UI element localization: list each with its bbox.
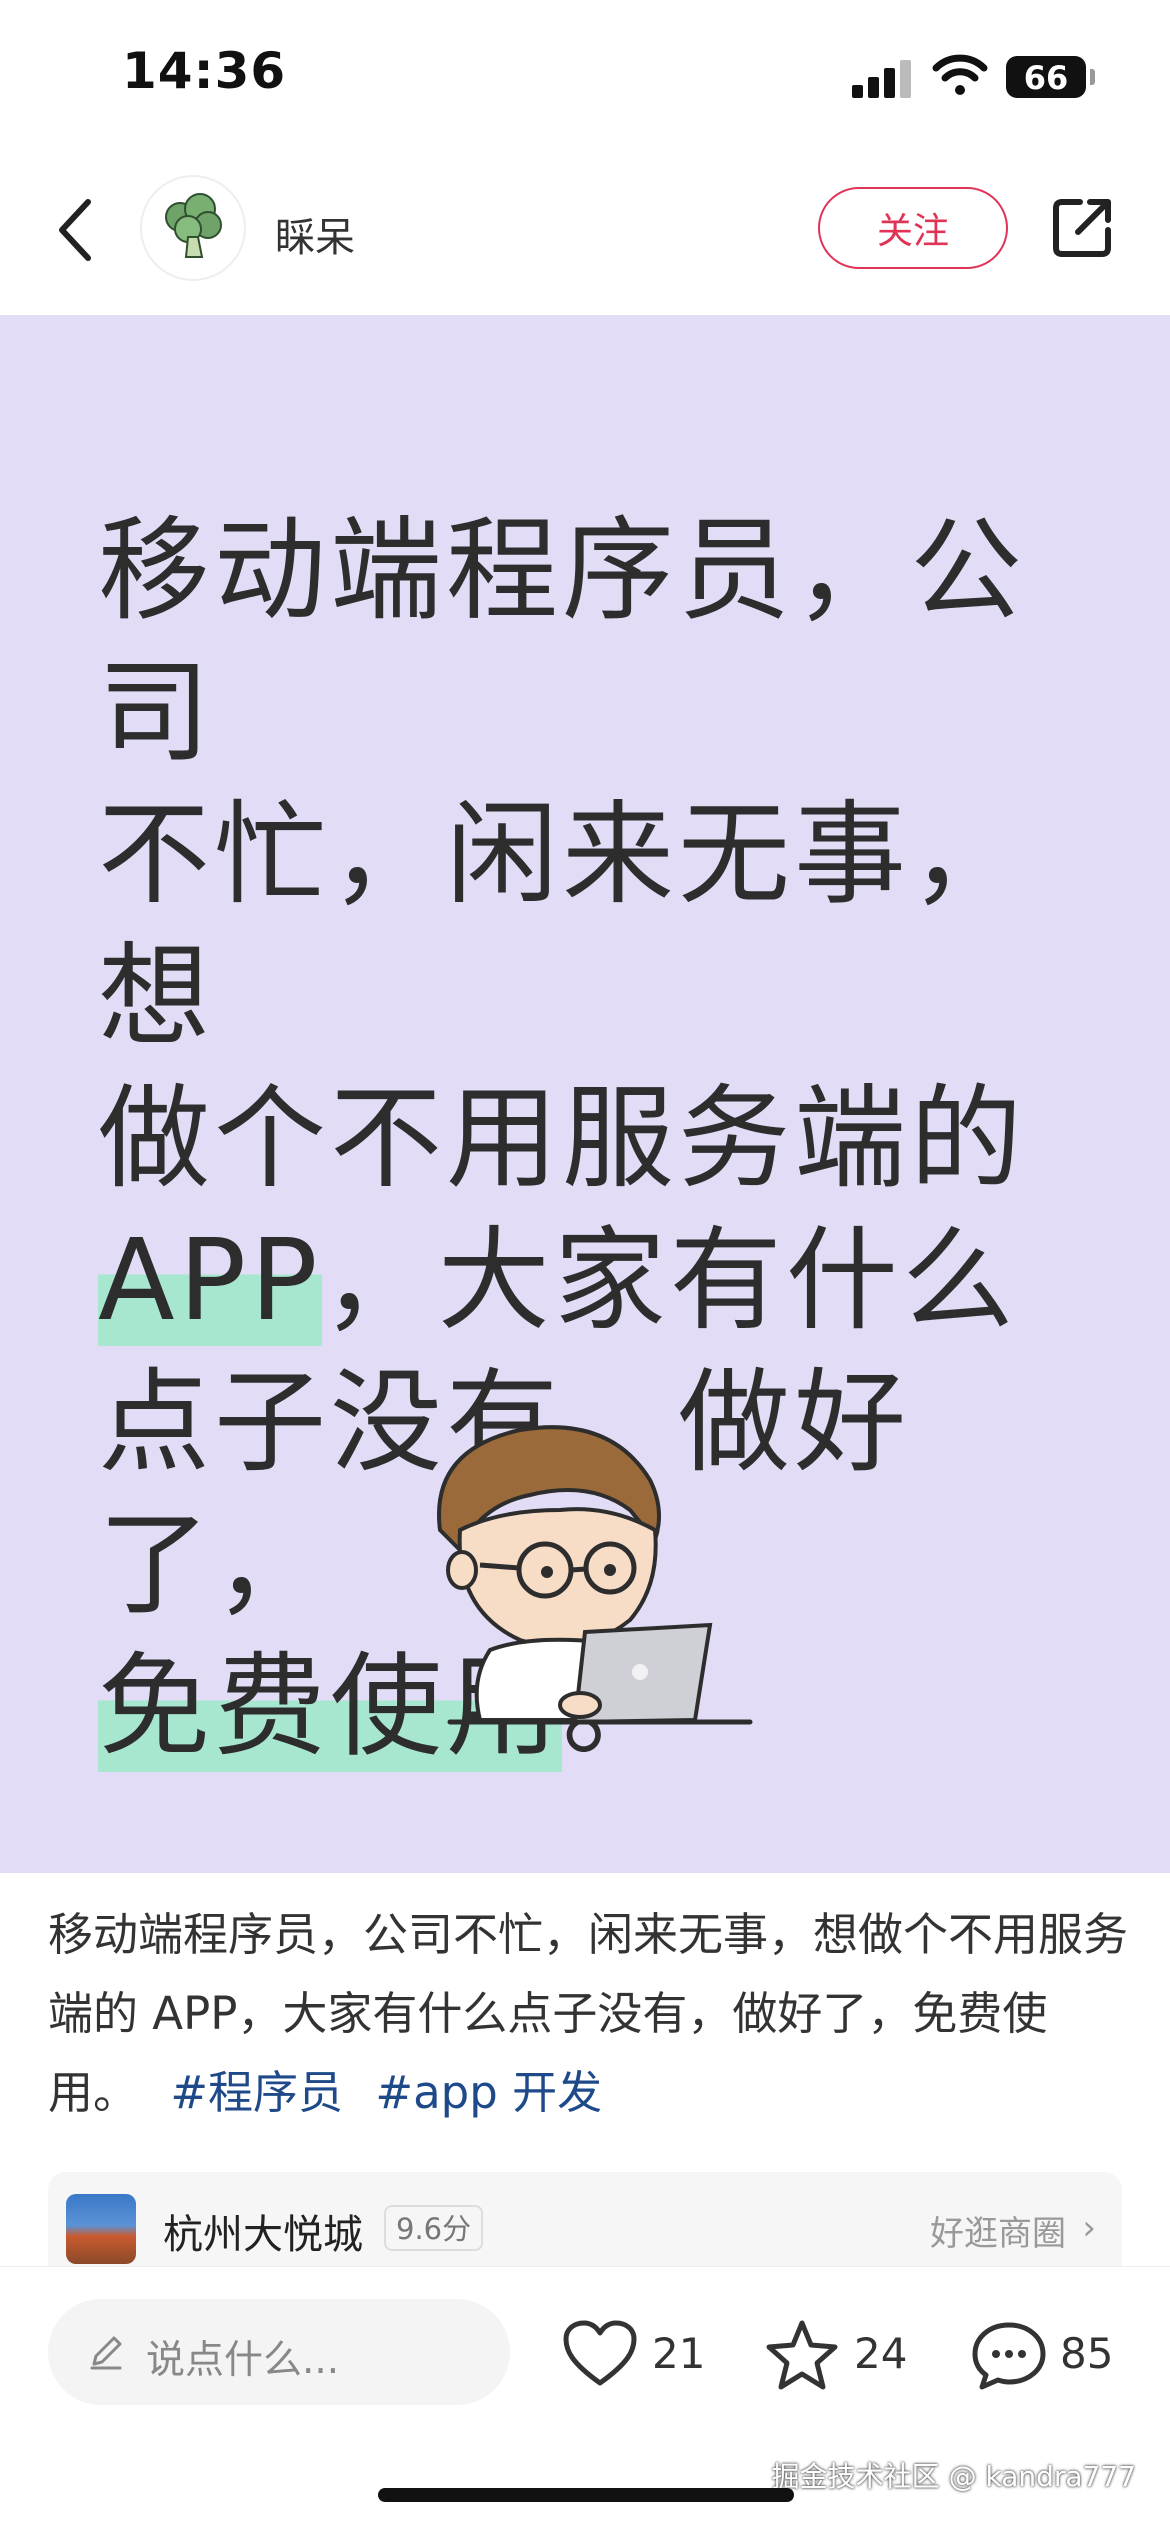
location-score: 9.6分	[384, 2205, 484, 2251]
comment-bubble-icon	[972, 2322, 1046, 2390]
status-time: 14:36	[122, 42, 287, 100]
hero-line-4: ，大家有什么	[321, 1216, 1018, 1346]
share-icon[interactable]	[1050, 194, 1116, 260]
star-icon	[766, 2320, 838, 2390]
top-nav: 睬呆 关注	[0, 150, 1170, 316]
heart-icon	[563, 2320, 637, 2386]
programmer-illustration	[437, 1425, 753, 1725]
hashtag-programmer[interactable]: #程序员	[170, 2066, 343, 2119]
back-button[interactable]	[48, 194, 108, 266]
battery-cap	[1090, 69, 1095, 85]
comment-count: 85	[1060, 2329, 1114, 2378]
hero-highlight-app: APP	[98, 1216, 322, 1346]
battery-level: 66	[1023, 59, 1069, 97]
favorite-button[interactable]: 24	[764, 2319, 924, 2390]
hashtag-app-dev[interactable]: #app 开发	[375, 2066, 602, 2119]
home-indicator[interactable]	[378, 2488, 794, 2502]
location-thumbnail	[66, 2194, 136, 2264]
comment-placeholder: 说点什么...	[146, 2338, 340, 2383]
post-caption: 移动端程序员，公司不忙，闲来无事，想做个不用服务端的 APP，大家有什么点子没有…	[48, 1895, 1128, 2132]
like-button[interactable]: 21	[562, 2319, 722, 2389]
follow-button[interactable]: 关注	[818, 187, 1008, 269]
status-bar: 14:36 66	[0, 0, 1170, 150]
chevron-right-icon: ›	[1082, 2208, 1096, 2248]
hero-line-1: 移动端程序员，公司	[98, 506, 1026, 778]
post-image[interactable]: 移动端程序员，公司 不忙，闲来无事，想 做个不用服务端的 APP，大家有什么 点…	[0, 315, 1170, 1873]
author-avatar[interactable]	[140, 175, 246, 281]
comment-button[interactable]: 85	[970, 2319, 1130, 2390]
pencil-icon	[90, 2336, 122, 2370]
hero-line-2: 不忙，闲来无事，想	[98, 790, 1026, 1062]
author-name[interactable]: 睬呆	[275, 205, 355, 263]
watermark: 掘金技术社区 @ kandra777	[771, 2460, 1136, 2493]
location-category: 好逛商圈	[930, 2214, 1066, 2254]
comment-input[interactable]: 说点什么...	[48, 2299, 510, 2405]
favorite-count: 24	[854, 2329, 908, 2378]
broccoli-icon	[165, 193, 222, 258]
wifi-icon	[932, 54, 988, 95]
battery-icon: 66	[1006, 56, 1086, 98]
hero-line-3: 做个不用服务端的	[98, 1074, 1026, 1204]
location-name: 杭州大悦城	[163, 2212, 363, 2258]
signal-icon	[852, 58, 912, 98]
like-count: 21	[652, 2329, 706, 2378]
